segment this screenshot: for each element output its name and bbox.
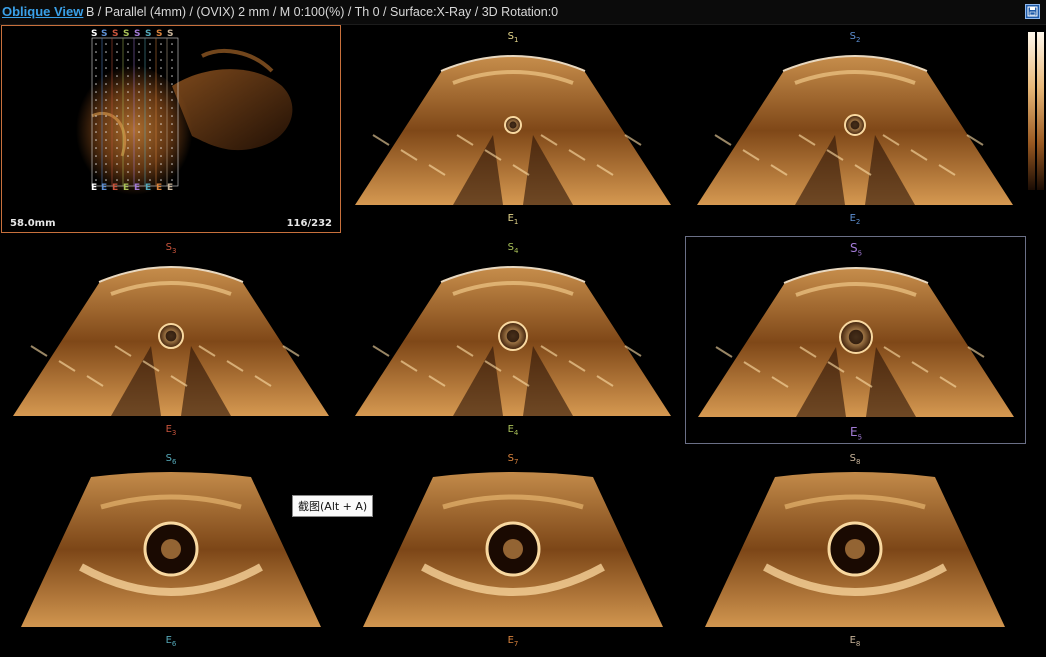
screenshot-tooltip: 截图(Alt + A) bbox=[292, 495, 374, 517]
slice-tile-1[interactable]: S1 E1 bbox=[343, 25, 684, 233]
overview-end-marker: E bbox=[156, 183, 163, 193]
slice-end-label: E6 bbox=[166, 635, 177, 648]
overview-scan-image bbox=[75, 37, 293, 196]
overview-end-marker: E bbox=[123, 183, 130, 193]
slice-end-label: E2 bbox=[850, 213, 861, 226]
slice-end-index: 2 bbox=[855, 218, 861, 226]
overview-start-marker: S bbox=[134, 29, 141, 39]
slice-tile-4[interactable]: S4 E4 bbox=[343, 236, 684, 444]
slice-end-index: 7 bbox=[513, 640, 519, 648]
slice-start-index: 4 bbox=[513, 247, 519, 255]
slice-end-index: 4 bbox=[513, 429, 519, 437]
slice-image-3 bbox=[13, 266, 329, 416]
slice-tile-3[interactable]: S3 E3 bbox=[1, 236, 342, 444]
slice-image-2 bbox=[697, 55, 1013, 205]
slice-start-letter: S bbox=[849, 241, 858, 255]
overview-start-marker: S bbox=[91, 29, 98, 39]
slice-tile-2[interactable]: S2 E2 bbox=[685, 25, 1026, 233]
slice-start-index: 6 bbox=[171, 458, 177, 466]
overview-end-marker: E bbox=[134, 183, 141, 193]
frame-counter: 116/232 bbox=[286, 218, 332, 229]
acquisition-params: B / Parallel (4mm) / (OVIX) 2 mm / M 0:1… bbox=[86, 5, 559, 19]
slice-end-label: E1 bbox=[508, 213, 519, 226]
overview-start-marker: S bbox=[145, 29, 152, 39]
slice-start-label: S8 bbox=[850, 453, 861, 466]
overview-start-marker: S bbox=[101, 29, 108, 39]
overview-start-marker: S bbox=[123, 29, 130, 39]
overview-end-marker: E bbox=[167, 183, 174, 193]
slice-end-letter: E bbox=[849, 425, 858, 439]
overview-start-marker: S bbox=[156, 29, 163, 39]
slice-start-index: 8 bbox=[855, 458, 861, 466]
overview-start-marker: S bbox=[167, 29, 174, 39]
slice-start-index: 5 bbox=[857, 249, 863, 258]
slice-end-index: 5 bbox=[857, 433, 863, 442]
toolbar-header: Oblique View B / Parallel (4mm) / (OVIX)… bbox=[0, 0, 1046, 25]
overview-end-marker: E bbox=[145, 183, 152, 193]
slice-end-index: 1 bbox=[513, 218, 519, 226]
slice-start-index: 2 bbox=[855, 36, 861, 44]
slice-end-index: 8 bbox=[855, 640, 861, 648]
slice-start-label: S7 bbox=[508, 453, 519, 466]
overview-end-marker: E bbox=[112, 183, 119, 193]
overview-end-marker: E bbox=[101, 183, 108, 193]
depth-readout: 58.0mm bbox=[10, 218, 56, 229]
slice-end-label: E5 bbox=[850, 425, 862, 441]
slice-tile-7[interactable]: S7 E7 bbox=[343, 447, 684, 655]
slice-start-index: 3 bbox=[171, 247, 177, 255]
slice-end-index: 3 bbox=[171, 429, 177, 437]
slice-end-index: 6 bbox=[171, 640, 177, 648]
slice-image-7 bbox=[363, 472, 663, 627]
overview-start-marker: S bbox=[112, 29, 119, 39]
slice-end-label: E4 bbox=[508, 424, 519, 437]
slice-start-label: S2 bbox=[850, 31, 861, 44]
overview-end-marker: E bbox=[91, 183, 98, 193]
slice-start-label: S3 bbox=[166, 242, 177, 255]
slice-tile-6[interactable]: S6 E6 bbox=[1, 447, 342, 655]
slice-image-6 bbox=[21, 472, 321, 627]
slice-start-label: S1 bbox=[508, 31, 519, 44]
slice-end-label: E3 bbox=[166, 424, 177, 437]
slice-start-index: 1 bbox=[513, 36, 519, 44]
slice-image-4 bbox=[355, 266, 671, 416]
slice-image-8 bbox=[705, 472, 1005, 627]
slice-tile-5[interactable]: S5 E5 bbox=[685, 236, 1026, 444]
slice-end-label: E7 bbox=[508, 635, 519, 648]
slice-start-index: 7 bbox=[513, 458, 519, 466]
slice-start-label: S4 bbox=[508, 242, 519, 255]
save-icon[interactable] bbox=[1025, 4, 1040, 19]
slice-tile-8[interactable]: S8 E8 bbox=[685, 447, 1026, 655]
oblique-view-link[interactable]: Oblique View bbox=[2, 4, 83, 19]
slice-image-1 bbox=[355, 55, 671, 205]
slice-start-label: S6 bbox=[166, 453, 177, 466]
slice-image-5 bbox=[698, 267, 1014, 417]
slice-start-label: S5 bbox=[850, 241, 862, 257]
slice-end-label: E8 bbox=[850, 635, 861, 648]
overview-reference-image[interactable]: SSSSSSSS EEEEEEEE 58.0mm 116/232 bbox=[1, 25, 341, 233]
gray-color-bar bbox=[1028, 32, 1044, 190]
